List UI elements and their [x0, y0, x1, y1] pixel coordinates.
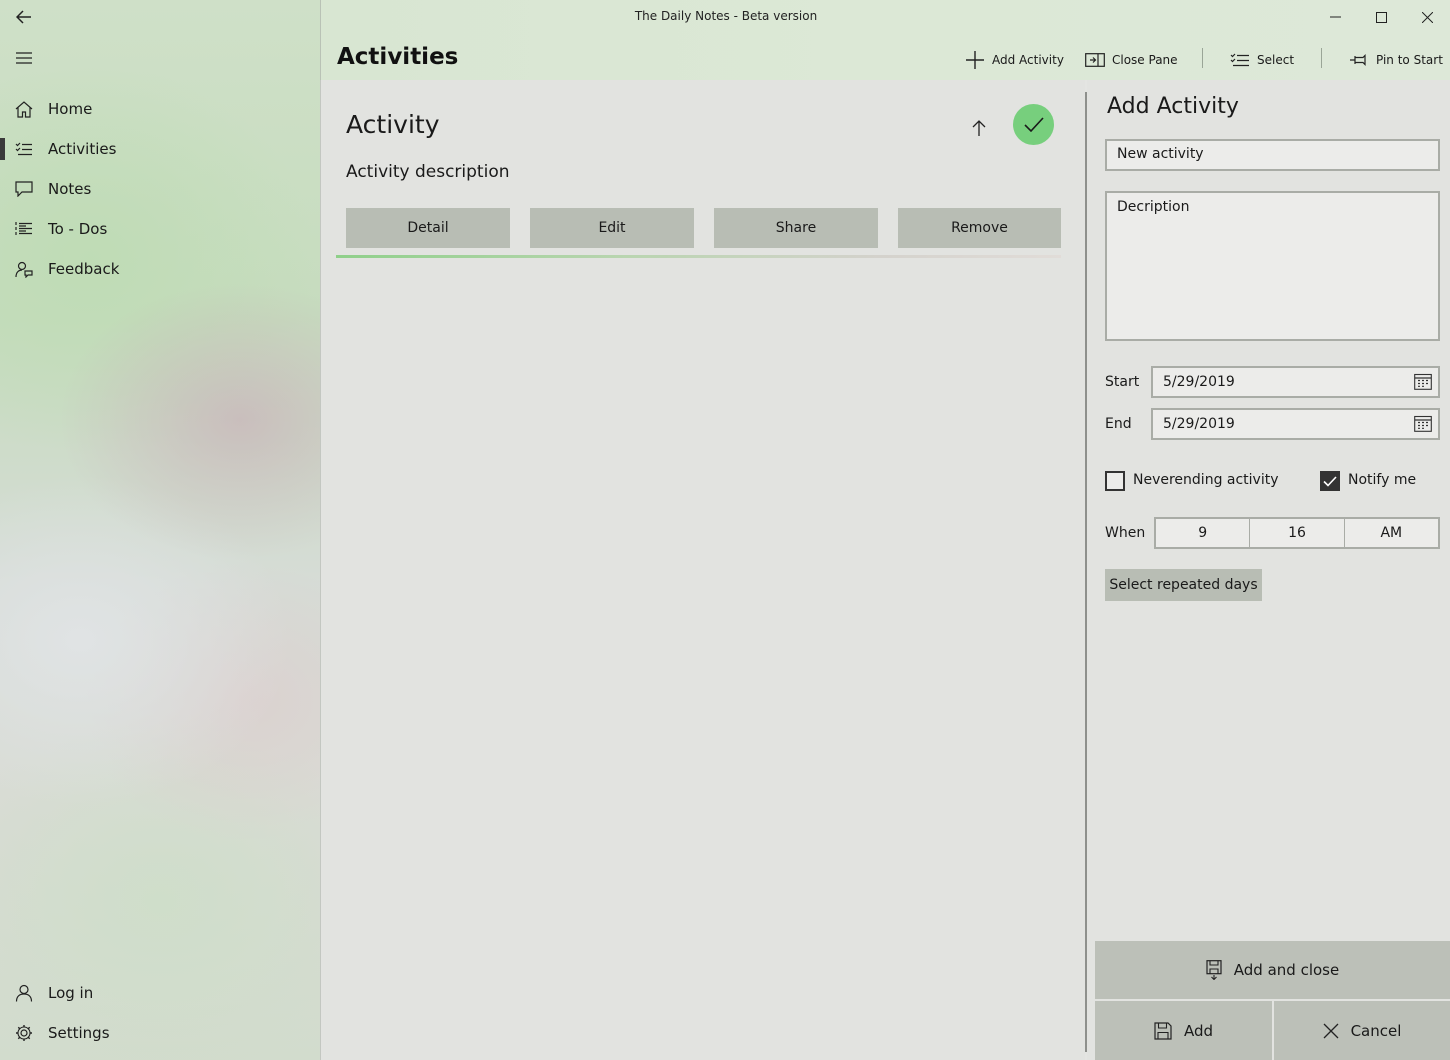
- pin-to-start-command[interactable]: Pin to Start: [1349, 47, 1443, 73]
- select-list-icon: [1230, 53, 1249, 67]
- activity-title: Activity: [346, 110, 440, 139]
- select-command-label: Select: [1257, 53, 1295, 67]
- pin-to-start-command-label: Pin to Start: [1376, 53, 1443, 67]
- add-activity-pane: Add Activity New activity Decription Sta…: [1087, 80, 1450, 1060]
- mark-done-button[interactable]: [1013, 104, 1054, 145]
- neverending-label: Neverending activity: [1133, 472, 1279, 488]
- nav-item-label: Settings: [48, 1024, 110, 1042]
- title-and-command-bar: The Daily Notes - Beta version Activitie…: [320, 0, 1450, 80]
- start-date-value: 5/29/2019: [1163, 374, 1235, 390]
- end-label: End: [1105, 416, 1132, 432]
- detail-button[interactable]: Detail: [346, 208, 510, 248]
- end-date-value: 5/29/2019: [1163, 416, 1235, 432]
- nav-item-settings[interactable]: Settings: [0, 1013, 320, 1053]
- save-and-close-icon: [1206, 960, 1222, 980]
- checkmark-icon: [1023, 117, 1044, 132]
- calendar-icon: [1414, 373, 1432, 390]
- person-icon: [0, 984, 48, 1002]
- notes-icon: [0, 181, 48, 197]
- back-arrow-icon: [16, 10, 31, 24]
- share-button[interactable]: Share: [714, 208, 878, 248]
- save-icon: [1154, 1021, 1172, 1040]
- nav-item-activities[interactable]: Activities: [0, 129, 320, 169]
- add-button[interactable]: Add: [1095, 1001, 1272, 1060]
- plus-icon: [966, 51, 984, 69]
- add-and-close-button[interactable]: Add and close: [1095, 941, 1450, 999]
- nav-item-notes[interactable]: Notes: [0, 169, 320, 209]
- checkmark-icon: [1323, 475, 1337, 487]
- arrow-up-icon: [972, 120, 986, 136]
- todos-icon: [0, 221, 48, 237]
- nav-item-label: Log in: [48, 984, 94, 1002]
- notify-me-label: Notify me: [1348, 472, 1417, 488]
- add-and-close-label: Add and close: [1233, 961, 1340, 979]
- activity-description: Activity description: [346, 162, 510, 182]
- maximize-icon: [1375, 11, 1387, 23]
- start-date-picker[interactable]: 5/29/2019: [1151, 366, 1440, 398]
- nav-item-feedback[interactable]: Feedback: [0, 249, 320, 289]
- time-minute[interactable]: 16: [1250, 519, 1345, 547]
- notify-me-checkbox[interactable]: [1320, 471, 1340, 491]
- cancel-button[interactable]: Cancel: [1274, 1001, 1450, 1060]
- move-up-button[interactable]: [964, 113, 994, 143]
- close-pane-command[interactable]: Close Pane: [1085, 47, 1178, 73]
- nav-item-label: Notes: [48, 180, 92, 198]
- end-date-picker[interactable]: 5/29/2019: [1151, 408, 1440, 440]
- pin-icon: [1350, 54, 1366, 66]
- activity-progress-bar: [336, 255, 1061, 258]
- nav-item-home[interactable]: Home: [0, 89, 320, 129]
- page-title: Activities: [337, 44, 459, 70]
- hamburger-icon: [16, 52, 32, 64]
- add-label: Add: [1183, 1021, 1214, 1040]
- close-window-button[interactable]: [1404, 0, 1450, 34]
- activity-description-input[interactable]: Decription: [1105, 191, 1440, 341]
- neverending-checkbox[interactable]: [1105, 471, 1125, 491]
- minimize-button[interactable]: [1312, 0, 1358, 34]
- add-activity-command-label: Add Activity: [992, 53, 1064, 67]
- nav-item-todos[interactable]: To - Dos: [0, 209, 320, 249]
- activity-name-input[interactable]: New activity: [1105, 139, 1440, 171]
- nav-item-label: Activities: [48, 140, 117, 158]
- remove-button[interactable]: Remove: [898, 208, 1061, 248]
- nav-item-label: Home: [48, 100, 93, 118]
- nav-item-label: Feedback: [48, 260, 120, 278]
- home-icon: [0, 100, 48, 118]
- window-title: The Daily Notes - Beta version: [634, 9, 818, 23]
- close-icon: [1323, 1023, 1339, 1038]
- back-button[interactable]: [10, 4, 38, 30]
- minimize-icon: [1329, 16, 1341, 18]
- close-icon: [1421, 11, 1433, 23]
- close-pane-icon: [1085, 53, 1105, 67]
- cancel-label: Cancel: [1350, 1021, 1402, 1040]
- hamburger-menu-button[interactable]: [10, 44, 38, 72]
- gear-icon: [0, 1024, 48, 1042]
- nav-item-login[interactable]: Log in: [0, 973, 320, 1013]
- activities-icon: [0, 142, 48, 156]
- when-label: When: [1105, 525, 1146, 541]
- time-period[interactable]: AM: [1345, 519, 1438, 547]
- add-activity-command[interactable]: Add Activity: [965, 47, 1064, 73]
- navigation-pane: Home Activities Notes To - Dos Feedback …: [0, 0, 320, 1060]
- add-activity-pane-title: Add Activity: [1107, 94, 1239, 119]
- select-command[interactable]: Select: [1230, 47, 1294, 73]
- feedback-icon: [0, 261, 48, 278]
- nav-item-label: To - Dos: [48, 220, 108, 238]
- edit-button[interactable]: Edit: [530, 208, 694, 248]
- close-pane-command-label: Close Pane: [1112, 53, 1178, 67]
- time-picker[interactable]: 9 16 AM: [1154, 517, 1440, 549]
- calendar-icon: [1414, 415, 1432, 432]
- command-separator: [1321, 48, 1322, 68]
- time-hour[interactable]: 9: [1156, 519, 1251, 547]
- start-label: Start: [1105, 374, 1140, 390]
- maximize-button[interactable]: [1358, 0, 1404, 34]
- activities-list: Activity Activity description Detail Edi…: [320, 80, 1087, 1060]
- command-separator: [1202, 48, 1203, 68]
- select-repeated-days-button[interactable]: Select repeated days: [1105, 569, 1262, 601]
